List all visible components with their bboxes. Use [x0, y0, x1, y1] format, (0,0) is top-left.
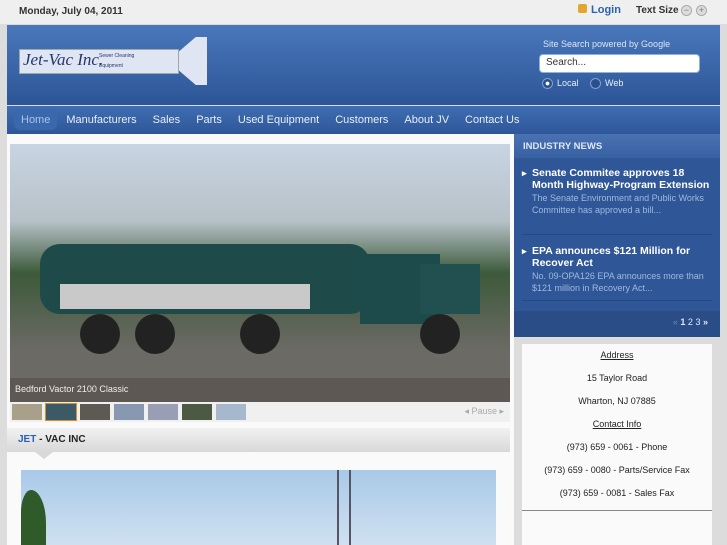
nav-sales[interactable]: Sales [146, 110, 188, 130]
radio-web[interactable]: Web [590, 78, 623, 90]
thumbnail[interactable] [114, 404, 144, 420]
news-pager: « 1 2 3 » [514, 311, 720, 337]
main-nav: Home Manufacturers Sales Parts Used Equi… [7, 106, 720, 134]
slide-caption: Bedford Vactor 2100 Classic [10, 378, 510, 402]
thumbnail[interactable] [12, 404, 42, 420]
login-link[interactable]: Login [578, 4, 621, 16]
address-heading: Address [600, 350, 634, 360]
logo[interactable]: Jet-Vac Inc. Sewer Cleaning Equipment [19, 37, 207, 85]
phone: (973) 659 - 0061 - Phone [566, 442, 668, 452]
thumbnail-strip: ◂ Pause ▸ [10, 402, 510, 422]
radio-local[interactable]: Local [542, 78, 579, 90]
pager-page[interactable]: 3 [695, 317, 700, 327]
pager-prev[interactable]: « [673, 317, 678, 327]
pause-button[interactable]: ◂ Pause ▸ [464, 406, 504, 417]
lock-icon [578, 4, 587, 13]
nav-parts[interactable]: Parts [189, 110, 229, 130]
address-block: Address 15 Taylor Road Wharton, NJ 07885… [522, 344, 712, 545]
industry-news: INDUSTRY NEWS Senate Commitee approves 1… [514, 134, 720, 337]
header: Jet-Vac Inc. Sewer Cleaning Equipment Sit… [7, 25, 720, 105]
nav-about[interactable]: About JV [397, 110, 456, 130]
contact-heading: Contact Info [592, 419, 642, 429]
nav-customers[interactable]: Customers [328, 110, 395, 130]
city: Wharton, NJ 07885 [578, 396, 656, 406]
thumbnail[interactable] [80, 404, 110, 420]
news-heading: INDUSTRY NEWS [514, 134, 720, 158]
divider [522, 510, 712, 511]
sidebar: INDUSTRY NEWS Senate Commitee approves 1… [514, 134, 720, 545]
logo-tagline: Sewer Cleaning Equipment [99, 53, 135, 69]
street: 15 Taylor Road [586, 373, 648, 383]
login-label: Login [591, 4, 621, 16]
text-larger-button[interactable]: + [696, 5, 707, 16]
nav-home[interactable]: Home [14, 110, 58, 130]
sales-fax: (973) 659 - 0081 - Sales Fax [559, 488, 675, 498]
parts-fax: (973) 659 - 0080 - Parts/Service Fax [544, 465, 690, 475]
top-bar: Monday, July 04, 2011 Login Text Size − … [0, 0, 727, 24]
thumbnail[interactable] [182, 404, 212, 420]
thumbnail[interactable] [45, 403, 77, 421]
slideshow-image[interactable]: Bedford Vactor 2100 Classic [10, 144, 510, 402]
news-item[interactable]: Senate Commitee approves 18 Month Highwa… [522, 167, 712, 235]
nav-used-equipment[interactable]: Used Equipment [231, 110, 326, 130]
text-size-label: Text Size [636, 5, 679, 16]
pager-page[interactable]: 2 [688, 317, 693, 327]
text-smaller-button[interactable]: − [681, 5, 692, 16]
thumbnail[interactable] [216, 404, 246, 420]
search-label: Site Search powered by Google [543, 39, 671, 49]
logo-name: Jet-Vac Inc. [23, 50, 104, 69]
date: Monday, July 04, 2011 [19, 6, 123, 17]
news-item[interactable]: EPA announces $121 Million for Recover A… [522, 245, 712, 301]
nav-manufacturers[interactable]: Manufacturers [59, 110, 143, 130]
search-input[interactable]: Search... [539, 54, 700, 73]
truck-image [40, 244, 480, 354]
thumbnail[interactable] [148, 404, 178, 420]
section-heading: JET - VAC INC [7, 428, 510, 452]
power-line-photo [21, 470, 496, 545]
main-content: Bedford Vactor 2100 Classic ◂ Pause ▸ JE… [7, 134, 514, 545]
pager-next[interactable]: » [703, 317, 708, 327]
pager-page[interactable]: 1 [680, 317, 685, 327]
nav-contact[interactable]: Contact Us [458, 110, 526, 130]
